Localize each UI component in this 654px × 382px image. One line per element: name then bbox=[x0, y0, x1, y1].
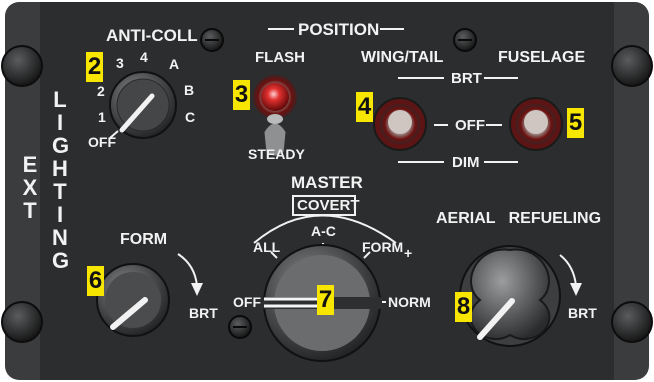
position-title: POSITION bbox=[298, 20, 380, 39]
callout-2: 2 bbox=[86, 52, 103, 82]
form-brt-label: BRT bbox=[189, 305, 218, 321]
master-title: MASTER bbox=[291, 173, 363, 192]
callout-8: 8 bbox=[455, 292, 472, 322]
covert-label: COVERT bbox=[297, 197, 360, 214]
position-brt-label: BRT bbox=[451, 70, 482, 87]
fuselage-light-knob[interactable] bbox=[509, 97, 563, 151]
flash-label: FLASH bbox=[255, 49, 305, 66]
master-pos-form-plus: + bbox=[404, 245, 413, 261]
aerial-refueling-title: AERIAL REFUELING bbox=[436, 210, 602, 227]
aerial-refueling-knob[interactable] bbox=[459, 245, 561, 347]
fuselage-label: FUSELAGE bbox=[498, 49, 586, 66]
anti-coll-pos-b: B bbox=[184, 82, 195, 98]
position-dim-label: DIM bbox=[452, 154, 480, 171]
steady-label: STEADY bbox=[248, 146, 305, 162]
callout-5: 5 bbox=[567, 108, 584, 138]
master-pos-ac: A-C bbox=[311, 223, 336, 239]
form-light-knob[interactable] bbox=[96, 263, 170, 337]
anti-coll-pos-c: C bbox=[185, 109, 196, 125]
anti-coll-pos-a: A bbox=[169, 56, 180, 72]
anti-coll-pos-1: 1 bbox=[98, 109, 106, 125]
anti-coll-pos-3: 3 bbox=[116, 55, 124, 71]
master-pos-all: ALL bbox=[253, 239, 281, 255]
refuel-brt-label: BRT bbox=[568, 305, 597, 321]
lighting-label: LIGHTING bbox=[52, 87, 70, 273]
wing-tail-light-knob[interactable] bbox=[373, 97, 427, 151]
ext-label: EXT bbox=[22, 152, 38, 223]
master-pos-form: FORM bbox=[362, 239, 404, 255]
position-off-label: OFF bbox=[455, 117, 485, 134]
anti-coll-pos-4: 4 bbox=[140, 49, 148, 65]
callout-7: 7 bbox=[317, 285, 334, 315]
anti-coll-pos-off: OFF bbox=[88, 134, 116, 150]
master-pos-norm: NORM bbox=[388, 294, 431, 310]
master-pos-off: OFF bbox=[233, 294, 261, 310]
wing-tail-label: WING/TAIL bbox=[361, 49, 444, 66]
anti-coll-title: ANTI-COLL bbox=[106, 26, 198, 45]
anti-coll-knob[interactable] bbox=[109, 71, 177, 139]
callout-3: 3 bbox=[233, 80, 250, 110]
callout-6: 6 bbox=[87, 266, 104, 296]
form-title: FORM bbox=[120, 231, 168, 248]
anti-coll-pos-2: 2 bbox=[97, 83, 105, 99]
callout-4: 4 bbox=[356, 92, 373, 122]
